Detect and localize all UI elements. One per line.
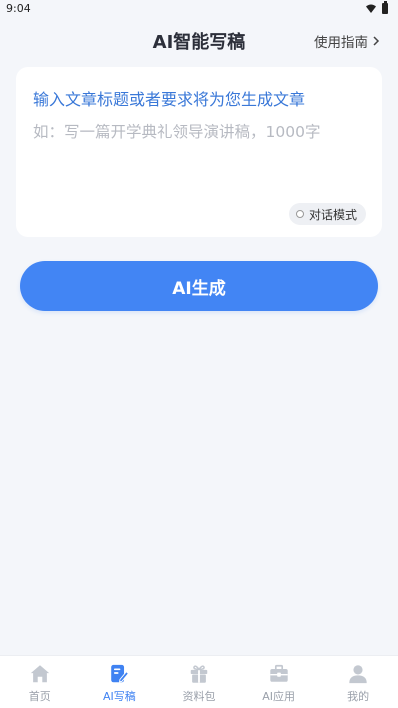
gift-icon (190, 665, 208, 683)
tab-home[interactable]: 首页 (0, 656, 80, 708)
tab-ai-write-label: AI写稿 (103, 690, 136, 703)
home-icon (30, 665, 49, 683)
guide-link[interactable]: 使用指南 (314, 31, 380, 51)
tab-materials-label: 资料包 (182, 690, 216, 703)
tab-mine[interactable]: 我的 (318, 656, 398, 708)
dialog-mode-label: 对话模式 (308, 207, 357, 222)
ai-generate-button[interactable]: AI生成 (20, 261, 378, 311)
tab-mine-label: 我的 (347, 690, 370, 703)
tab-materials[interactable]: 资料包 (159, 656, 239, 708)
bottom-tab-bar: 首页 AI写稿 资料包 AI应用 我的 (0, 655, 398, 708)
chevron-right-icon (373, 36, 380, 46)
user-icon (349, 665, 367, 684)
header: AI智能写稿 使用指南 (0, 24, 398, 58)
status-icons (366, 1, 388, 14)
dialog-mode-toggle[interactable]: 对话模式 (288, 203, 366, 225)
tab-ai-apps-label: AI应用 (262, 690, 295, 703)
radio-icon (295, 210, 304, 218)
write-icon (111, 664, 130, 683)
tab-ai-write[interactable]: AI写稿 (80, 656, 160, 708)
toolbox-icon (269, 664, 288, 682)
tab-home-label: 首页 (28, 690, 51, 703)
battery-icon (382, 1, 388, 14)
wifi-icon (366, 4, 376, 13)
prompt-text: 输入文章标题或者要求将为您生成文章 (33, 90, 306, 109)
status-time: 9:04 (6, 2, 31, 15)
tab-ai-apps[interactable]: AI应用 (239, 656, 319, 708)
status-bar: 9:04 (0, 0, 398, 18)
guide-label: 使用指南 (314, 35, 368, 51)
article-request-input[interactable] (33, 120, 363, 200)
input-card: 输入文章标题或者要求将为您生成文章 对话模式 (16, 67, 382, 237)
